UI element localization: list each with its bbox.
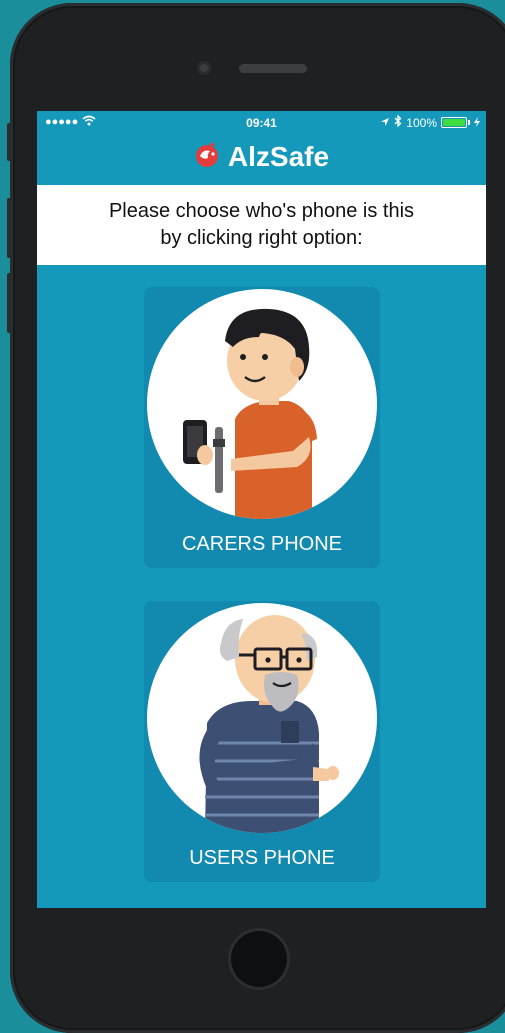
earpiece-speaker [239, 64, 307, 73]
instruction-line-1: Please choose who's phone is this [108, 200, 415, 222]
front-camera [197, 61, 211, 75]
elderly-user-avatar-icon [147, 603, 377, 833]
volume-down-button [7, 273, 12, 333]
mute-switch [7, 123, 12, 161]
app-screen: ●●●●● 09:41 100% AlzSafe Please choose w… [37, 111, 486, 908]
users-phone-option[interactable]: USERS PHONE [144, 601, 380, 882]
carer-avatar-icon [147, 289, 377, 519]
carers-phone-label: CARERS PHONE [181, 533, 343, 555]
home-button[interactable] [231, 931, 287, 987]
bluetooth-icon [394, 114, 402, 130]
volume-up-button [7, 198, 12, 258]
instruction-banner: Please choose who's phone is this by cli… [37, 185, 486, 265]
carers-phone-option[interactable]: CARERS PHONE [144, 287, 380, 568]
location-arrow-icon [380, 116, 390, 130]
battery-icon [441, 117, 470, 128]
users-phone-label: USERS PHONE [189, 847, 335, 869]
status-bar: ●●●●● 09:41 100% [37, 111, 486, 135]
instruction-line-2: by clicking right option: [160, 227, 363, 249]
battery-percent: 100% [406, 115, 437, 130]
app-name: AlzSafe [227, 141, 330, 172]
alzsafe-logo-icon [194, 141, 222, 173]
app-header: AlzSafe [37, 135, 486, 179]
charging-bolt-icon [474, 116, 480, 130]
